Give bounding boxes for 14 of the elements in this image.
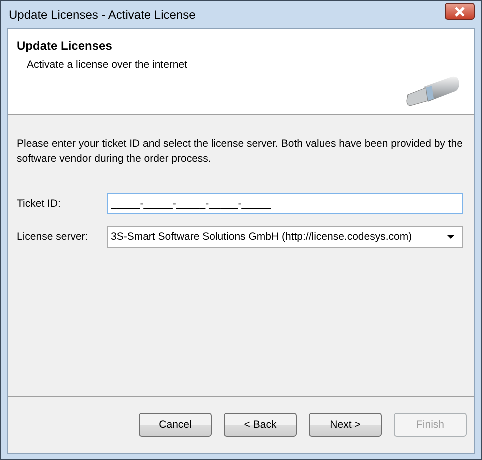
window-title: Update Licenses - Activate License (8, 8, 196, 22)
page-title: Update Licenses (17, 39, 114, 53)
ticket-id-field[interactable]: _____-_____-_____-_____-_____ (107, 193, 463, 214)
wizard-button[interactable]: < Back (224, 413, 297, 437)
field-label: Ticket ID: (17, 198, 62, 210)
wizard-button[interactable]: Cancel (139, 413, 212, 437)
dropdown-arrow-icon (447, 235, 455, 239)
page-subtitle: Activate a license over the internet (26, 59, 188, 71)
wizard-button[interactable]: Next > (309, 413, 382, 437)
instructions-text: Please enter your ticket ID and select the license server. Both values have been provided by the software vendor during the order process. (17, 137, 463, 167)
close-icon (453, 6, 467, 16)
close-button[interactable] (445, 3, 475, 20)
license-server-dropdown[interactable]: 3S-Smart Software Solutions GmbH (http://license.codesys.com) (107, 226, 463, 248)
field-label: License server: (17, 231, 90, 243)
